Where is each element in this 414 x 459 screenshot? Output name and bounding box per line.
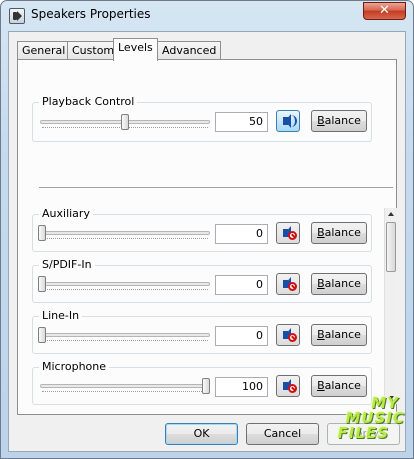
channels-scrollbar[interactable]: [384, 208, 397, 404]
auxiliary-value-field[interactable]: 0: [215, 224, 268, 244]
balance-label: alance: [324, 226, 361, 239]
speaker-app-icon: [9, 8, 25, 24]
spdif-in-label: S/PDIF-In: [39, 258, 95, 271]
scroll-down-arrow-icon[interactable]: [385, 391, 398, 404]
window-title: Speakers Properties: [31, 7, 151, 21]
spdif-in-balance-button[interactable]: Balance: [311, 273, 367, 295]
balance-label: alance: [324, 328, 361, 341]
tab-general[interactable]: General: [17, 41, 71, 60]
auxiliary-slider-thumb[interactable]: [38, 225, 46, 241]
auxiliary-mute-button[interactable]: [276, 222, 300, 244]
tab-levels[interactable]: Levels: [113, 38, 158, 61]
separator-line: [39, 187, 393, 188]
sound-waves-icon: [291, 115, 297, 127]
auxiliary-slider-ticks: [42, 238, 208, 241]
levels-panel: Playback Control 50 Balance Auxiliary 0: [17, 59, 397, 415]
mute-no-sign-icon: [288, 333, 297, 342]
scrollbar-thumb[interactable]: [386, 222, 396, 272]
title-bar[interactable]: Speakers Properties ✕: [1, 1, 413, 29]
line-in-slider-ticks: [42, 340, 208, 343]
apply-button[interactable]: Apply: [327, 423, 400, 445]
line-in-mute-button[interactable]: [276, 324, 300, 346]
microphone-value-field[interactable]: 100: [215, 377, 268, 397]
balance-accelerator: B: [317, 226, 325, 239]
balance-label: alance: [324, 114, 361, 127]
line-in-slider-track[interactable]: [40, 333, 210, 337]
close-button[interactable]: ✕: [363, 2, 406, 20]
balance-accelerator: B: [317, 114, 325, 127]
spdif-in-slider-thumb[interactable]: [38, 276, 46, 292]
playback-balance-button[interactable]: Balance: [311, 110, 367, 132]
balance-label: alance: [324, 277, 361, 290]
line-in-label: Line-In: [39, 309, 83, 322]
tab-advanced[interactable]: Advanced: [157, 41, 222, 60]
tab-custom[interactable]: Custom: [67, 41, 120, 60]
cancel-button[interactable]: Cancel: [246, 423, 319, 445]
playback-control-label: Playback Control: [39, 95, 138, 108]
line-in-slider-thumb[interactable]: [38, 327, 46, 343]
mute-no-sign-icon: [288, 231, 297, 240]
line-in-balance-button[interactable]: Balance: [311, 324, 367, 346]
speakers-properties-window: Speakers Properties ✕ General Custom Lev…: [0, 0, 414, 459]
spdif-in-value-field[interactable]: 0: [215, 275, 268, 295]
speaker-icon: [283, 114, 291, 128]
playback-slider-thumb[interactable]: [121, 114, 129, 130]
mute-no-sign-icon: [288, 282, 297, 291]
spdif-in-mute-button[interactable]: [276, 273, 300, 295]
balance-accelerator: B: [317, 277, 325, 290]
auxiliary-balance-button[interactable]: Balance: [311, 222, 367, 244]
auxiliary-slider-track[interactable]: [40, 231, 210, 235]
microphone-slider-thumb[interactable]: [202, 378, 210, 394]
playback-value-field[interactable]: 50: [215, 112, 268, 132]
spdif-in-slider-ticks: [42, 289, 208, 292]
balance-accelerator: B: [317, 328, 325, 341]
scroll-up-arrow-icon[interactable]: [385, 208, 398, 221]
ok-button[interactable]: OK: [165, 423, 238, 445]
microphone-balance-button[interactable]: Balance: [311, 375, 367, 397]
mute-no-sign-icon: [288, 384, 297, 393]
auxiliary-label: Auxiliary: [39, 207, 93, 220]
playback-mute-button[interactable]: [276, 110, 300, 132]
balance-accelerator: B: [317, 379, 325, 392]
microphone-label: Microphone: [39, 360, 110, 373]
line-in-value-field[interactable]: 0: [215, 326, 268, 346]
microphone-slider-ticks: [42, 391, 208, 394]
spdif-in-slider-track[interactable]: [40, 282, 210, 286]
dialog-client-area: General Custom Levels Advanced Playback …: [8, 31, 406, 452]
microphone-mute-button[interactable]: [276, 375, 300, 397]
microphone-slider-track[interactable]: [40, 384, 210, 388]
balance-label: alance: [324, 379, 361, 392]
